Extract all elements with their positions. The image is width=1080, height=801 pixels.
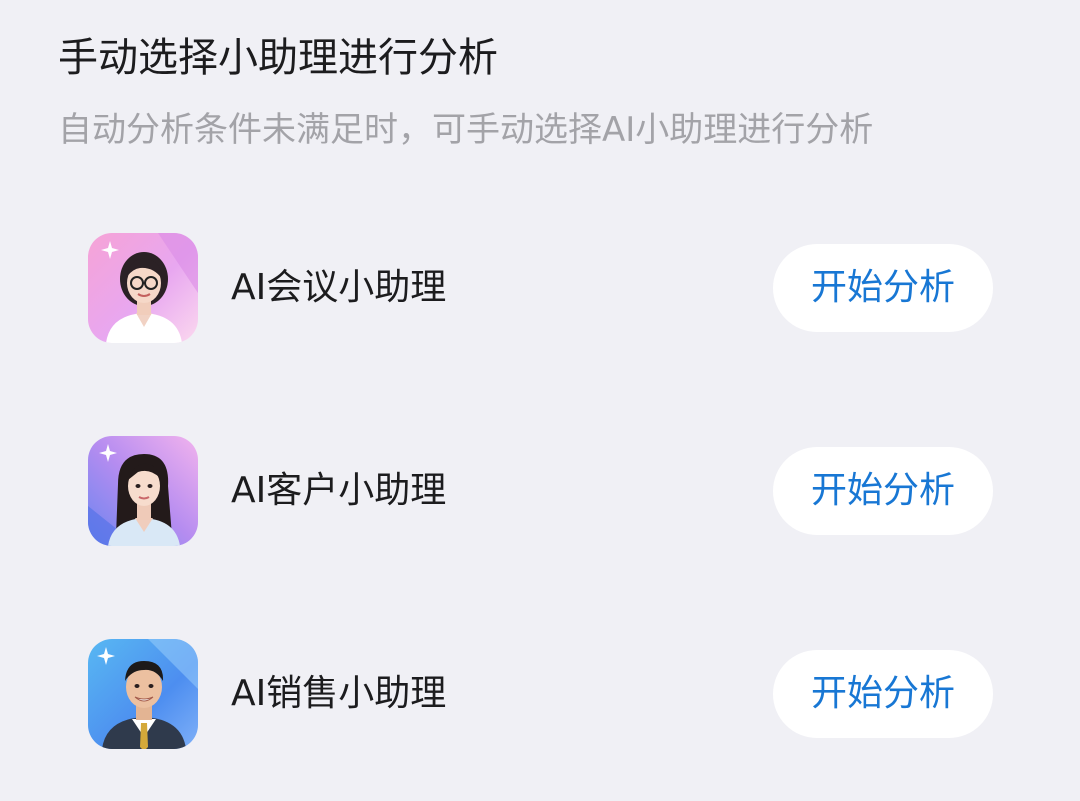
assistant-name: AI会议小助理 bbox=[231, 267, 447, 308]
start-analysis-button[interactable]: 开始分析 bbox=[773, 244, 993, 332]
assistant-item-meeting: AI会议小助理 开始分析 bbox=[88, 233, 993, 343]
assistant-name: AI客户小助理 bbox=[231, 470, 447, 511]
sales-assistant-avatar-icon bbox=[88, 639, 198, 749]
assistant-name: AI销售小助理 bbox=[231, 673, 447, 714]
start-analysis-button[interactable]: 开始分析 bbox=[773, 650, 993, 738]
page-title: 手动选择小助理进行分析 bbox=[58, 35, 498, 81]
start-analysis-button[interactable]: 开始分析 bbox=[773, 447, 993, 535]
assistant-item-customer: AI客户小助理 开始分析 bbox=[88, 436, 993, 546]
customer-assistant-avatar-icon bbox=[88, 436, 198, 546]
assistant-item-sales: AI销售小助理 开始分析 bbox=[88, 639, 993, 749]
meeting-assistant-avatar-icon bbox=[88, 233, 198, 343]
page-subtitle: 自动分析条件未满足时，可手动选择AI小助理进行分析 bbox=[58, 110, 874, 150]
